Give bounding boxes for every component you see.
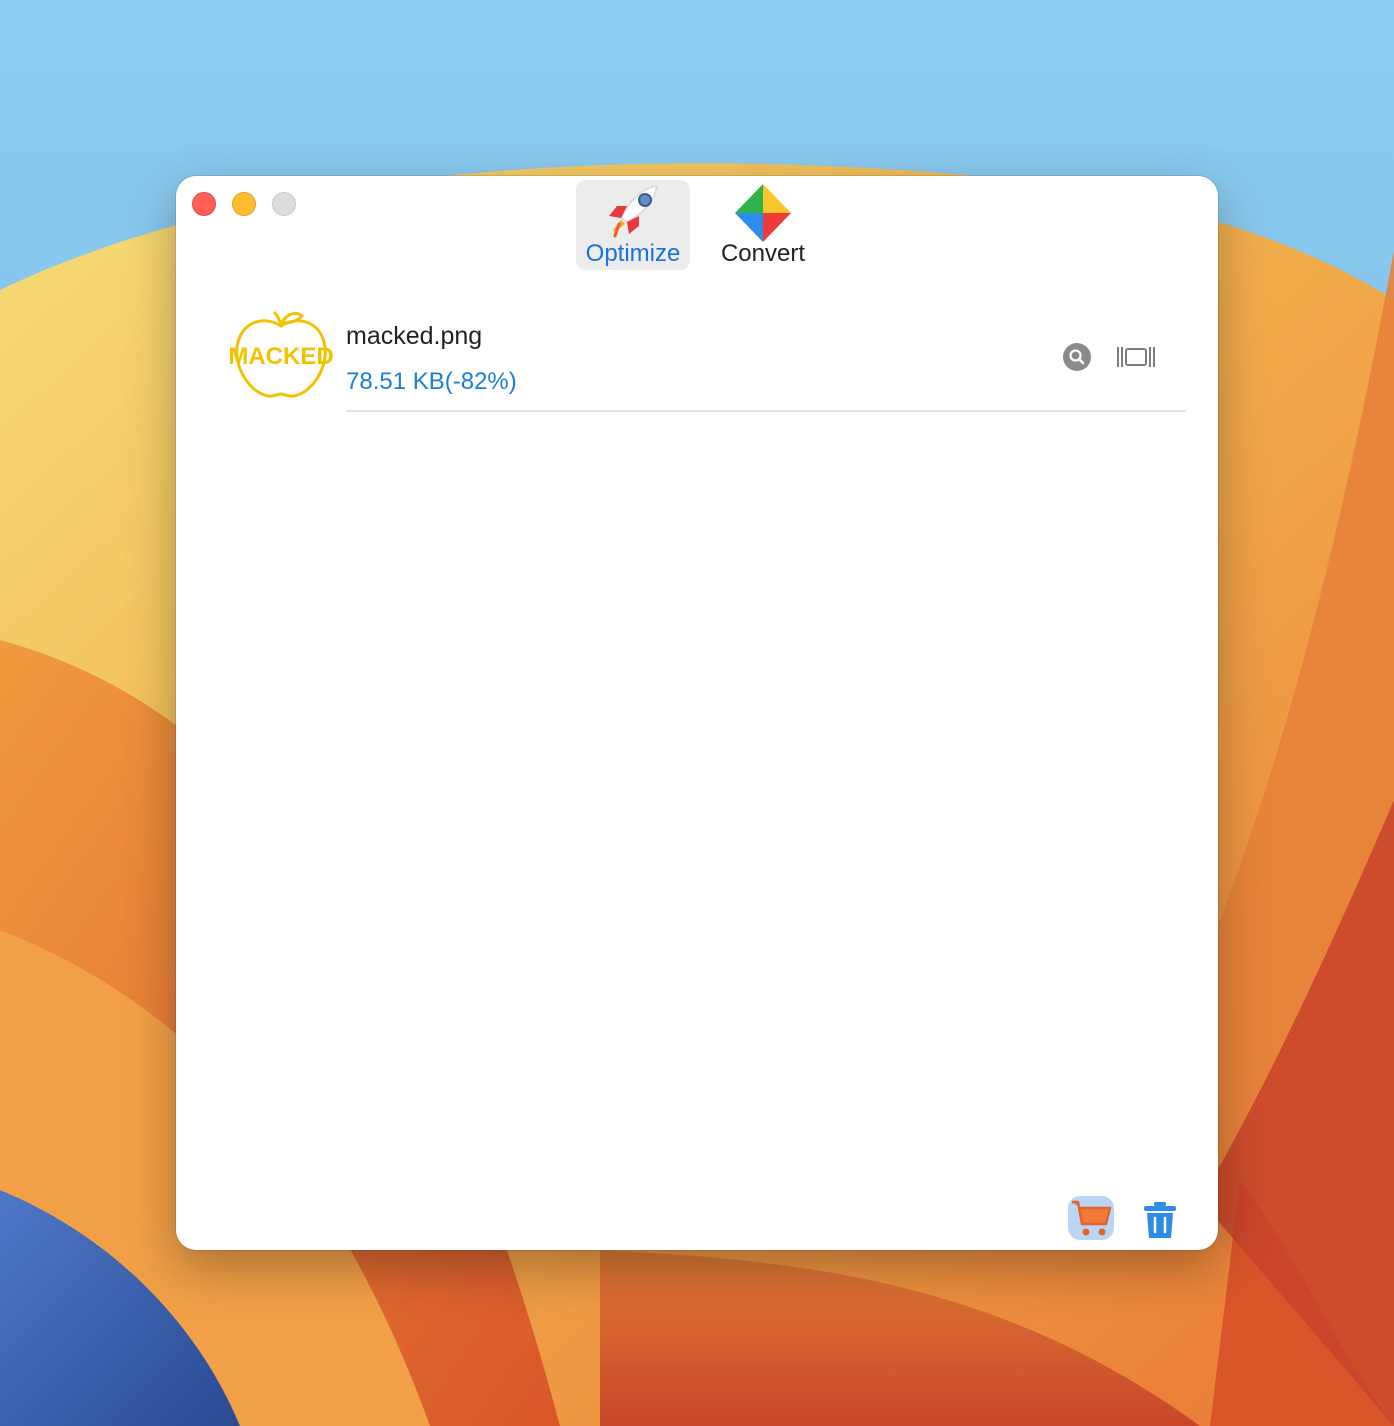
magnifier-icon[interactable] (1062, 342, 1092, 372)
tab-convert-label: Convert (720, 240, 806, 267)
shopping-cart-icon[interactable] (1066, 1194, 1116, 1242)
file-row[interactable]: MACKED macked.png 78.51 KB(-82%) (226, 308, 1186, 412)
window-zoom-button[interactable] (272, 192, 296, 216)
color-pinwheel-icon (731, 182, 795, 249)
rocket-icon (601, 182, 665, 247)
tab-optimize-label: Optimize (585, 240, 681, 267)
window-close-button[interactable] (192, 192, 216, 216)
tab-optimize[interactable]: Optimize (576, 180, 690, 270)
row-divider (346, 410, 1186, 412)
compare-icon[interactable] (1114, 342, 1158, 372)
tab-convert[interactable]: Convert (702, 180, 824, 270)
trash-icon[interactable] (1140, 1200, 1180, 1240)
file-thumbnail: MACKED (226, 308, 336, 404)
app-window: Optimize Convert MACKED macked.png 78.51… (176, 176, 1218, 1250)
window-minimize-button[interactable] (232, 192, 256, 216)
file-name: macked.png (346, 322, 483, 350)
file-size-result: 78.51 KB(-82%) (346, 368, 517, 395)
svg-text:MACKED: MACKED (228, 343, 333, 370)
